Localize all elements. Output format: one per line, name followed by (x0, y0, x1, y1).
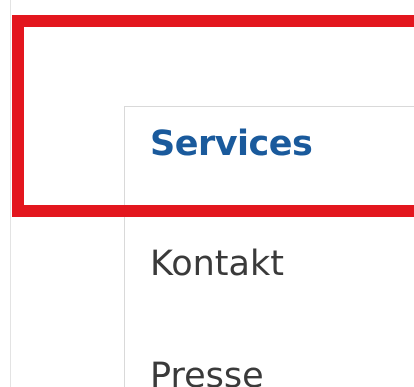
page-edge-divider (10, 0, 11, 387)
menu-item-kontakt[interactable]: Kontakt (150, 247, 284, 282)
menu-item-services[interactable]: Services (150, 127, 313, 162)
menu-item-presse[interactable]: Presse (150, 359, 264, 387)
